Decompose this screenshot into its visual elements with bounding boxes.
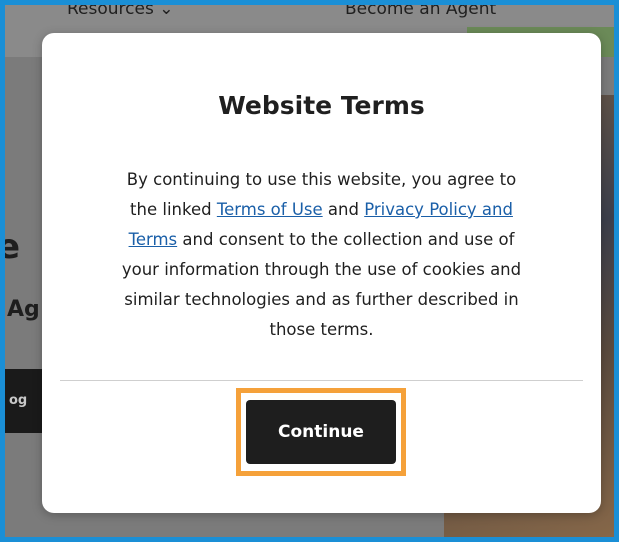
nav-resources-label: Resources	[67, 0, 154, 19]
body-text-3: and consent to the collection and use of…	[121, 230, 522, 339]
nav-resources[interactable]: Resources ⌄	[67, 0, 174, 19]
continue-button[interactable]: Continue	[246, 400, 396, 464]
modal-body-text: By continuing to use this website, you a…	[112, 165, 531, 345]
body-text-2: and	[322, 200, 365, 219]
modal-title: Website Terms	[218, 91, 425, 120]
chevron-down-icon: ⌄	[159, 0, 174, 19]
website-terms-modal: Website Terms By continuing to use this …	[42, 33, 601, 513]
background-button[interactable]: og	[5, 369, 43, 433]
modal-divider	[60, 380, 583, 381]
nav-become-agent[interactable]: Become an Agent	[345, 5, 496, 19]
terms-of-use-link[interactable]: Terms of Use	[217, 200, 323, 219]
background-heading: e	[5, 227, 20, 267]
background-subheading: Ag	[7, 297, 40, 322]
screenshot-frame: Resources ⌄ Become an Agent e Ag og Webs…	[0, 0, 619, 542]
